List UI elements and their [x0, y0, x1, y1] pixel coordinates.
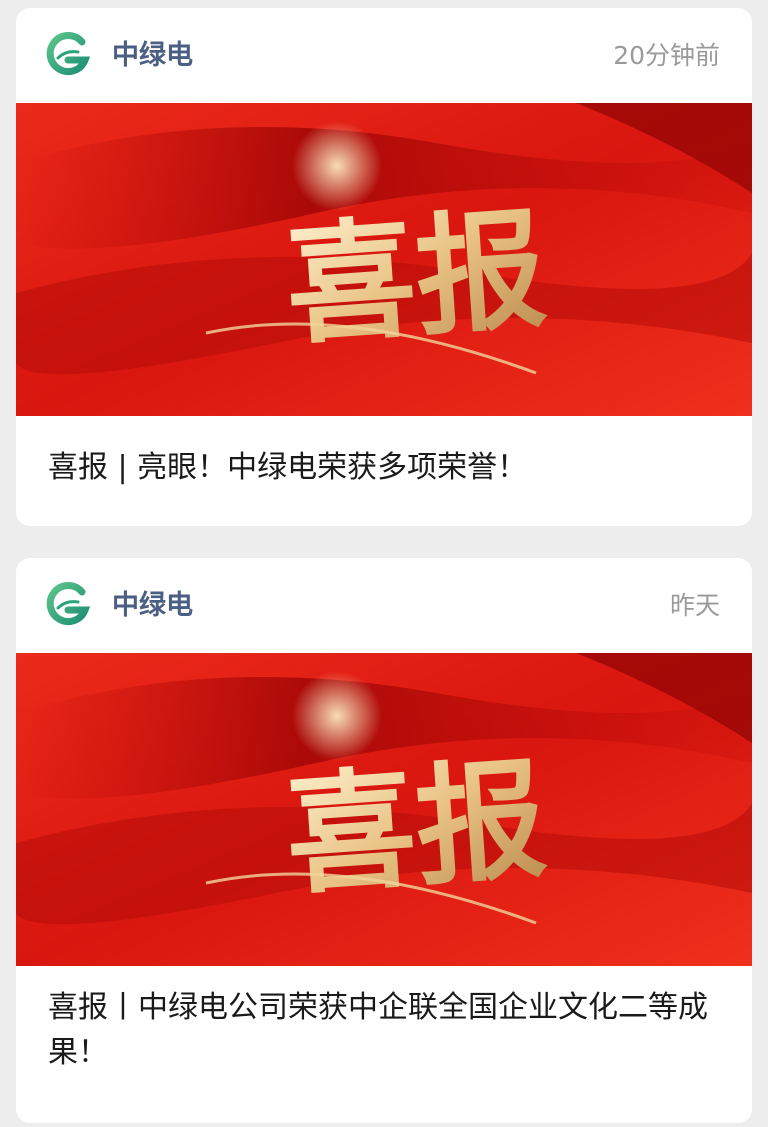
article-headline[interactable]: 喜报丨中绿电公司荣获中企联全国企业文化二等成果！	[48, 985, 712, 1075]
article-card[interactable]: 中绿电 昨天 喜报 喜报丨中绿电公司荣获中企联全国企业文化二等成果！	[16, 558, 752, 1123]
publish-time: 昨天	[669, 591, 720, 620]
article-headline[interactable]: 喜报 | 亮眼！中绿电荣获多项荣誉！	[48, 445, 712, 490]
card-header: 中绿电 20分钟前	[16, 8, 752, 103]
cover-image[interactable]: 喜报	[16, 653, 752, 966]
news-feed: 中绿电 20分钟前 喜报 喜报 | 亮眼！中绿电荣获多项荣誉！ 中绿电 昨天 喜…	[0, 0, 768, 1127]
cover-image[interactable]: 喜报	[16, 103, 752, 416]
card-header: 中绿电 昨天	[16, 558, 752, 653]
source-name[interactable]: 中绿电	[112, 38, 193, 74]
source-name[interactable]: 中绿电	[112, 588, 193, 624]
zhonglvdian-logo-icon	[46, 582, 90, 626]
article-card[interactable]: 中绿电 20分钟前 喜报 喜报 | 亮眼！中绿电荣获多项荣誉！	[16, 8, 752, 526]
publish-time: 20分钟前	[613, 41, 720, 70]
zhonglvdian-logo-icon	[46, 32, 90, 76]
